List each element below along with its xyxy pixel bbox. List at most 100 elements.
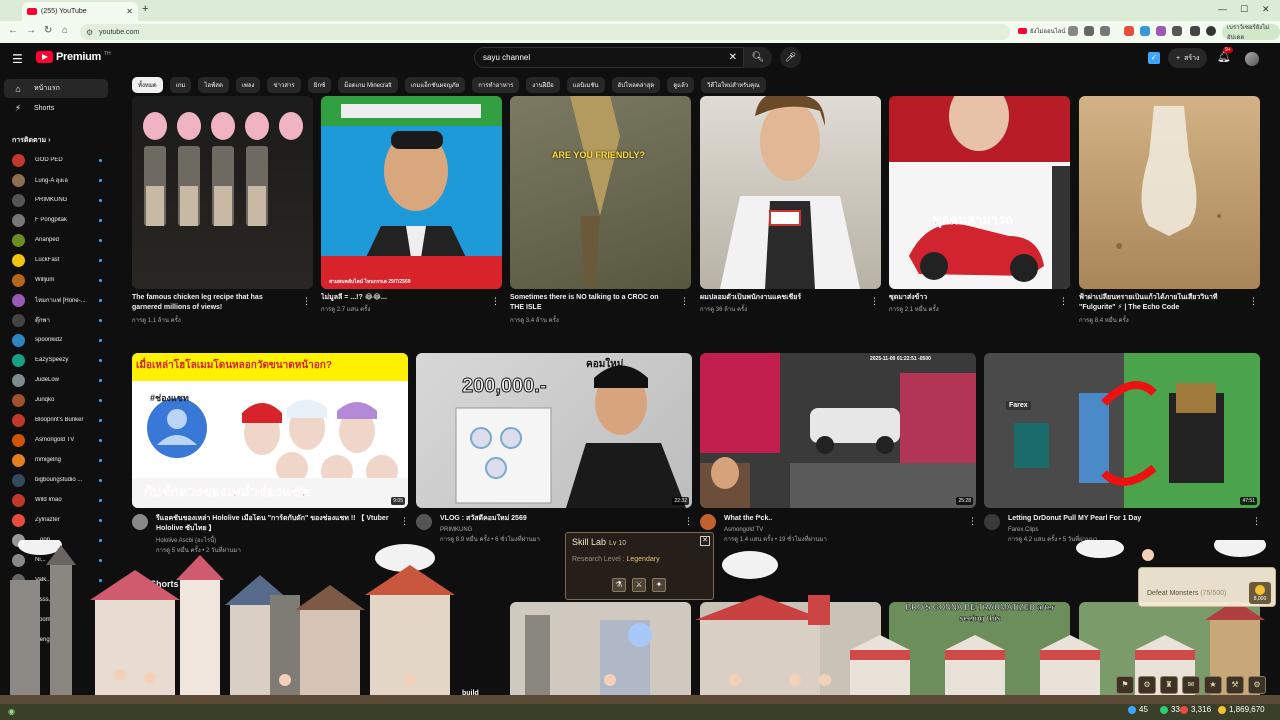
chip-12[interactable]: ดูแล้ว [667,77,695,93]
sidebar-subscription-item[interactable]: Ananped [12,233,102,247]
extension-icon[interactable] [1084,26,1094,36]
chip-9[interactable]: งานฝีมือ [526,77,560,93]
menu-icon[interactable]: ☰ [12,52,23,66]
video-title[interactable]: ซุดมาส่งข้าว [889,293,1049,303]
eye-toggle-icon[interactable]: ◉ [8,707,20,717]
video-title[interactable]: Sometimes there is NO talking to a CROC … [510,293,670,313]
tab-close-icon[interactable]: ✕ [126,7,133,16]
voice-search-button[interactable]: 🎤︎ [780,47,801,68]
subscriptions-header[interactable]: การติดตาม › [12,135,50,146]
video-thumbnail[interactable]: Farex 47:51 [984,353,1260,508]
bookmark-star-icon[interactable] [1100,26,1110,36]
sidebar-subscription-item[interactable]: Lung-A ลุงเอ [12,173,102,187]
chip-5[interactable]: มิกซ์ [307,77,332,93]
channel-name[interactable]: Hololive Ascbi (อะไรนี้) [156,537,216,546]
sidebar-subscription-item[interactable]: Ni... [12,553,102,567]
popup-close-button[interactable]: ✕ [700,536,710,546]
video-thumbnail[interactable]: 200,000.- คอมใหม่ 22:32 [416,353,692,508]
video-title[interactable]: ไม่มูลลี่ = ...!? 😂😂... [321,293,481,303]
extension-icon[interactable] [1068,26,1078,36]
chip-11[interactable]: อัปโหลดล่าสุด [611,77,661,93]
chip-8[interactable]: การทำอาหาร [472,77,520,93]
more-actions-icon[interactable]: ⋮ [684,516,693,527]
hotbar-slot-icon[interactable]: ✉ [1182,676,1200,694]
chip-3[interactable]: เพลง [235,77,261,93]
sidebar-subscription-item[interactable]: Willjum [12,273,102,287]
sidebar-subscription-item[interactable]: Asmongold TV [12,433,102,447]
settings-gear-icon[interactable]: ⚙ [1248,676,1266,694]
chip-10[interactable]: แอนิเมชัน [566,77,605,93]
more-actions-icon[interactable]: ⋮ [680,296,689,307]
sidebar-subscription-item[interactable]: Zylnazter [12,513,102,527]
channel-avatar[interactable] [700,514,716,530]
video-title[interactable]: ผมปลอมตัวเป็นพนักงานแคชเชียร์ [700,293,860,303]
more-actions-icon[interactable]: ⋮ [491,296,500,307]
sidebar-subscription-item[interactable]: Valk... [12,573,102,587]
sidebar-subscription-item[interactable]: Blooprint's Bunker [12,413,102,427]
chip-0[interactable]: ทั้งหมด [132,77,163,93]
sidebar-subscription-item[interactable]: ไหมกาแฟ [Hone-... [12,293,102,307]
channel-avatar[interactable] [416,514,432,530]
create-button[interactable]: + สร้าง [1168,48,1208,68]
chip-4[interactable]: ข่าวสาร [267,77,301,93]
sidebar-subscription-item[interactable]: Boom... [12,613,102,627]
search-input[interactable]: sayu channel ✕ [474,47,744,68]
chip-1[interactable]: เกม [169,77,192,93]
site-info-icon[interactable]: ⚙ [86,28,93,37]
hotbar-slot-icon[interactable]: ⚒ [1226,676,1244,694]
channel-avatar[interactable] [984,514,1000,530]
chip-6[interactable]: ม็อดเกม Minecraft [338,77,398,93]
video-title[interactable]: Letting DrDonut Pull MY Pearl For 1 Day [1008,514,1248,524]
sidebar-subscription-item[interactable]: spoonkid2 [12,333,102,347]
sidebar-item-home[interactable]: ⌂ หน้าแรก [4,79,108,98]
sidebar-subscription-item[interactable]: Geng... [12,633,102,647]
channel-name[interactable]: PRIMKUNG [440,526,472,535]
check-extension-icon[interactable]: ✓ [1148,52,1160,64]
sidebar-subscription-item[interactable]: Junqko [12,393,102,407]
more-actions-icon[interactable]: ⋮ [400,516,409,527]
video-thumbnail[interactable] [700,96,881,289]
hotbar-slot-icon[interactable]: ⚑ [1116,676,1134,694]
address-bar[interactable]: ⚙ youtube.com [80,24,1010,40]
video-title[interactable]: รีแอคชั่นของเหล่า Hololive เมื่อโดน "การ… [156,514,396,534]
video-title[interactable]: ฟ้าผ่าเปลี่ยนทรายเป็นแก้วได้ภายในเสี้ยวว… [1079,293,1239,313]
yt-extension-badge[interactable]: ยังไม่ออนไลน์ [1018,26,1066,36]
chip-2[interactable]: ไลฟ์สด [198,77,229,93]
video-thumbnail[interactable]: ทุกคนสามารถ [889,96,1070,289]
hotbar-slot-icon[interactable]: ★ [1204,676,1222,694]
search-button[interactable]: 🔍︎ [744,47,772,68]
notifications-button[interactable]: 🔔︎ 9+ [1217,47,1233,63]
forward-icon[interactable]: → [26,25,36,36]
video-thumbnail[interactable]: สามสมคลับไลน์ ไหนกรรเล 29/7/2569 [321,96,502,289]
sidebar-subscription-item[interactable]: PRIMKUNG [12,193,102,207]
extension-icon[interactable] [1124,26,1134,36]
minimize-icon[interactable]: — [1218,4,1227,14]
skill-slot-icon[interactable]: ✦ [652,578,666,592]
sidebar-subscription-item[interactable]: ...oop [12,533,102,547]
short-thumbnail[interactable] [700,602,881,702]
sidebar-subscription-item[interactable]: Wild Imao [12,493,102,507]
video-thumbnail[interactable]: 2025-11-09 01:22:51 -0500 25:28 [700,353,976,508]
sidebar-item-shorts[interactable]: ⚡ Shorts [4,99,108,118]
video-thumbnail[interactable] [132,96,313,289]
clear-search-icon[interactable]: ✕ [729,52,737,63]
new-tab-button[interactable]: + [142,3,148,15]
side-panel-icon[interactable] [1190,26,1200,36]
video-title[interactable]: VLOG : สวัสดีคอมใหม่ 2569 [440,514,680,524]
short-thumbnail[interactable] [510,602,691,702]
quest-panel[interactable]: Defeat Monsters (75/500) 8,000 [1138,567,1276,607]
close-window-icon[interactable]: ✕ [1262,4,1270,15]
channel-name[interactable]: Asmongold TV [724,526,763,535]
sidebar-subscription-item[interactable]: bigboungstudio ... [12,473,102,487]
sidebar-subscription-item[interactable]: F Pongpitak [12,213,102,227]
sidebar-subscription-item[interactable]: EazySpeezy [12,353,102,367]
chip-13[interactable]: วิดีโอใหม่สำหรับคุณ [701,77,766,93]
skill-slot-icon[interactable]: ⚗ [612,578,626,592]
extension-icon[interactable] [1156,26,1166,36]
sidebar-subscription-item[interactable]: JudeLow [12,373,102,387]
channel-name[interactable]: Farex Clips [1008,526,1038,535]
home-icon[interactable]: ⌂ [62,25,68,36]
more-actions-icon[interactable]: ⋮ [1249,296,1258,307]
hotbar-slot-icon[interactable]: ♜ [1160,676,1178,694]
browser-tab[interactable]: (255) YouTube ✕ [22,2,138,21]
